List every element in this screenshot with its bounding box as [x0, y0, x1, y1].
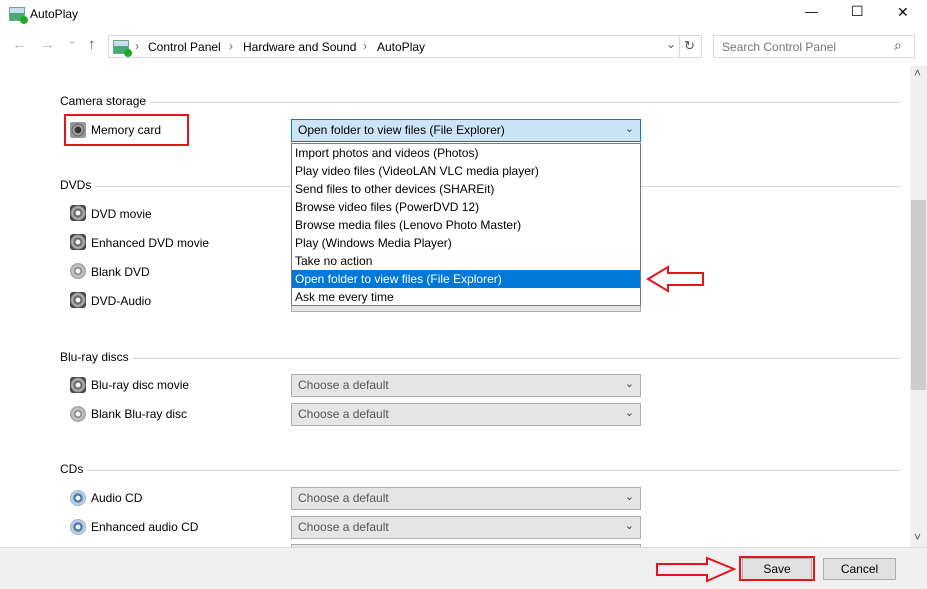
blank-disc-icon	[70, 263, 86, 279]
enhanced-audio-cd-select[interactable]: Choose a default ⌄	[291, 516, 641, 539]
up-arrow-icon[interactable]: ↑	[88, 36, 96, 53]
bluray-icon	[70, 377, 86, 393]
annotation-box-memory-card	[64, 114, 189, 146]
chevron-down-icon: ⌄	[624, 123, 634, 135]
section-dvds: DVDs	[60, 178, 96, 192]
audio-cd-label: Audio CD	[91, 491, 143, 505]
enhanced-dvd-movie-label: Enhanced DVD movie	[91, 236, 210, 250]
maximize-button[interactable]: ☐	[851, 3, 864, 20]
dvd-icon	[70, 234, 86, 250]
minimize-button[interactable]: —	[805, 4, 818, 19]
chevron-down-icon: ⌄	[624, 520, 634, 532]
scroll-down-icon[interactable]: ˅	[914, 530, 921, 544]
enhanced-audio-cd-label: Enhanced audio CD	[91, 520, 199, 534]
dvd-audio-label: DVD-Audio	[91, 294, 152, 308]
autoplay-app-icon	[9, 7, 28, 24]
section-divider	[60, 358, 900, 359]
section-camera-storage: Camera storage	[60, 94, 151, 108]
dvd-movie-label: DVD movie	[91, 207, 152, 221]
dropdown-option[interactable]: Take no action	[292, 252, 640, 270]
chevron-down-icon: ⌄	[624, 491, 634, 503]
select-value: Choose a default	[298, 407, 389, 421]
scrollbar-thumb[interactable]	[911, 200, 926, 390]
annotation-box-save	[739, 556, 815, 581]
section-divider	[60, 470, 900, 471]
back-arrow-icon[interactable]: ←	[12, 36, 27, 53]
divider	[679, 36, 680, 57]
forward-arrow-icon[interactable]: →	[40, 36, 55, 53]
annotation-arrow-right-icon	[656, 556, 737, 583]
dropdown-option-selected[interactable]: Open folder to view files (File Explorer…	[292, 270, 640, 288]
bluray-movie-select[interactable]: Choose a default ⌄	[291, 374, 641, 397]
dropdown-option[interactable]: Send files to other devices (SHAREit)	[292, 180, 640, 198]
window-title: AutoPlay	[30, 7, 79, 21]
blank-disc-icon	[70, 406, 86, 422]
section-cds: CDs	[60, 462, 88, 476]
search-input[interactable]: Search Control Panel	[722, 40, 836, 54]
breadcrumb-autoplay[interactable]: AutoPlay	[377, 40, 425, 54]
dropdown-option[interactable]: Import photos and videos (Photos)	[292, 144, 640, 162]
blank-dvd-label: Blank DVD	[91, 265, 150, 279]
annotation-arrow-left-icon	[646, 265, 704, 293]
chevron-down-icon: ⌄	[624, 378, 634, 390]
address-bar[interactable]: › Control Panel › Hardware and Sound › A…	[108, 35, 702, 58]
breadcrumb-hardware-and-sound[interactable]: Hardware and Sound	[243, 40, 356, 54]
dropdown-list[interactable]: Import photos and videos (Photos) Play v…	[291, 143, 641, 306]
dropdown-option[interactable]: Browse video files (PowerDVD 12)	[292, 198, 640, 216]
recent-locations-icon[interactable]: ⌄	[67, 33, 77, 47]
dvd-icon	[70, 205, 86, 221]
breadcrumb-separator: ›	[229, 39, 233, 53]
cd-icon	[70, 490, 86, 506]
breadcrumb-separator: ›	[135, 39, 139, 53]
history-dropdown-icon[interactable]: ⌄	[666, 37, 676, 51]
bluray-movie-label: Blu-ray disc movie	[91, 378, 190, 392]
refresh-icon[interactable]: ↻	[684, 38, 695, 54]
dropdown-option[interactable]: Ask me every time	[292, 288, 640, 306]
control-panel-icon	[113, 40, 132, 57]
audio-cd-select[interactable]: Choose a default ⌄	[291, 487, 641, 510]
memory-card-select[interactable]: Open folder to view files (File Explorer…	[291, 119, 641, 142]
blank-bluray-select[interactable]: Choose a default ⌄	[291, 403, 641, 426]
search-box[interactable]: Search Control Panel ⌕	[713, 35, 915, 58]
select-value: Choose a default	[298, 491, 389, 505]
select-value: Choose a default	[298, 378, 389, 392]
select-value: Choose a default	[298, 520, 389, 534]
cancel-button[interactable]: Cancel	[823, 558, 896, 580]
breadcrumb-control-panel[interactable]: Control Panel	[148, 40, 221, 54]
blank-bluray-label: Blank Blu-ray disc	[91, 407, 188, 421]
dvd-icon	[70, 292, 86, 308]
select-value: Open folder to view files (File Explorer…	[298, 123, 505, 137]
scroll-up-icon[interactable]: ˄	[914, 66, 921, 80]
dropdown-option[interactable]: Browse media files (Lenovo Photo Master)	[292, 216, 640, 234]
search-icon[interactable]: ⌕	[894, 37, 902, 54]
section-divider	[60, 102, 900, 103]
chevron-down-icon: ⌄	[624, 407, 634, 419]
breadcrumb-separator: ›	[363, 39, 367, 53]
dropdown-option[interactable]: Play video files (VideoLAN VLC media pla…	[292, 162, 640, 180]
cd-icon	[70, 519, 86, 535]
dropdown-option[interactable]: Play (Windows Media Player)	[292, 234, 640, 252]
scrollbar[interactable]: ˄ ˅	[910, 66, 927, 547]
close-button[interactable]: ✕	[897, 4, 909, 21]
section-bluray: Blu-ray discs	[60, 350, 133, 364]
